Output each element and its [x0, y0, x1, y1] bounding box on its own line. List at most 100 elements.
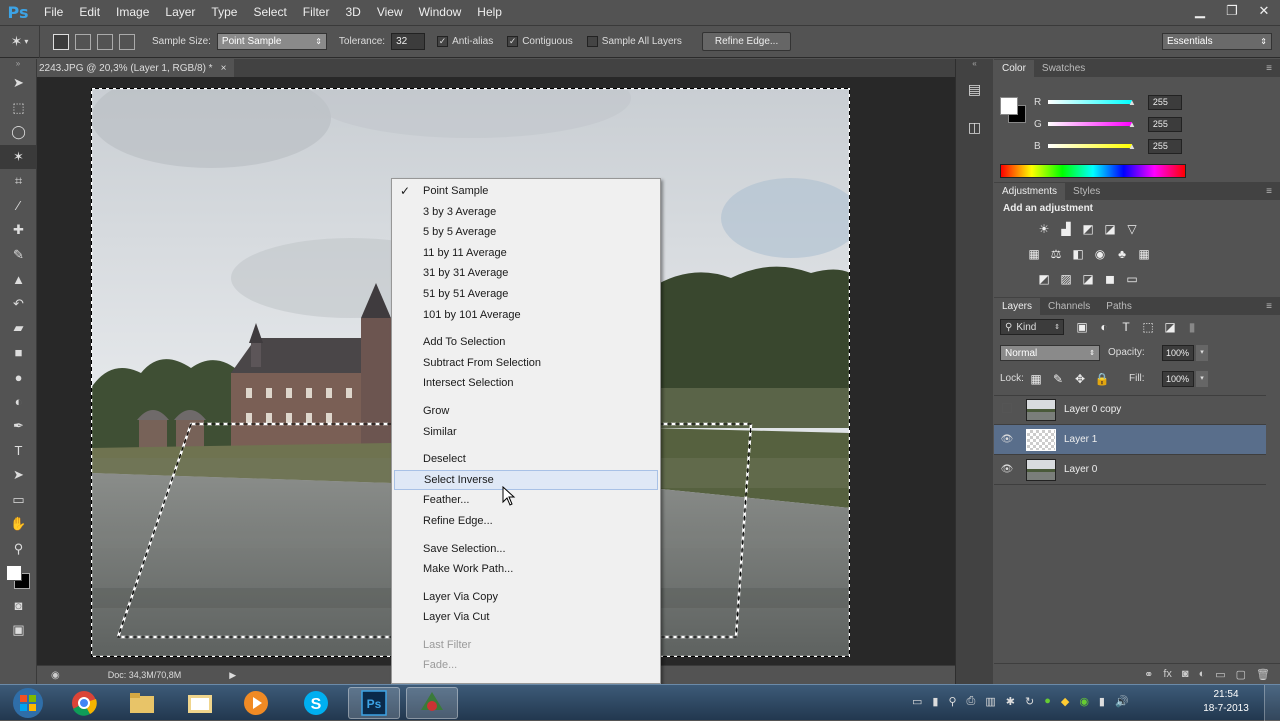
layer-row[interactable]: Layer 0 copy	[994, 395, 1266, 425]
brightness-contrast-icon[interactable]: ☀	[1036, 221, 1052, 237]
lock-image-icon[interactable]: ✎	[1050, 371, 1066, 387]
app-taskbar-icon[interactable]	[406, 687, 458, 719]
context-menu-item-refine-edge[interactable]: Refine Edge...	[392, 511, 660, 532]
context-menu-item-save-selection[interactable]: Save Selection...	[392, 539, 660, 560]
eyedropper-tool-icon[interactable]: ⁄	[0, 194, 37, 219]
tray-volume-icon[interactable]: 🔊	[1115, 695, 1129, 708]
close-tab-icon[interactable]: ×	[221, 63, 227, 74]
slider-thumb-icon[interactable]: ▲	[1128, 120, 1136, 129]
filter-smart-object-icon[interactable]: ◪	[1162, 319, 1178, 335]
type-tool-icon[interactable]: T	[0, 439, 37, 464]
tray-printer-icon[interactable]: ⎙	[967, 695, 976, 708]
context-menu-item-31-by-31-average[interactable]: 31 by 31 Average	[392, 263, 660, 284]
tab-swatches[interactable]: Swatches	[1034, 60, 1093, 77]
quick-mask-icon[interactable]: ◙	[0, 593, 37, 618]
fill-input[interactable]: 100%	[1162, 371, 1194, 387]
threshold-icon[interactable]: ◪	[1080, 271, 1096, 287]
context-menu-item-add-to-selection[interactable]: Add To Selection	[392, 332, 660, 353]
blend-mode-select[interactable]: Normal ⇕	[1000, 345, 1100, 361]
context-menu-item-feather[interactable]: Feather...	[392, 490, 660, 511]
shape-tool-icon[interactable]: ▭	[0, 488, 37, 513]
layer-visibility-eye-icon[interactable]: 👁	[994, 464, 1020, 475]
layer-row[interactable]: 👁 Layer 1	[994, 425, 1266, 455]
workspace-select[interactable]: Essentials ⇕	[1162, 33, 1272, 50]
context-menu-item-point-sample[interactable]: ✓ Point Sample	[392, 181, 660, 202]
link-layers-icon[interactable]: ⚭	[1144, 668, 1153, 681]
explorer-taskbar-icon[interactable]	[116, 687, 168, 719]
clone-stamp-tool-icon[interactable]: ▲	[0, 267, 37, 292]
context-menu-item-select-inverse[interactable]: Select Inverse	[394, 469, 658, 491]
blue-slider[interactable]	[1048, 144, 1132, 148]
menu-window[interactable]: Window	[411, 0, 470, 25]
menu-view[interactable]: View	[369, 0, 411, 25]
panel-menu-icon[interactable]: ≡	[1258, 60, 1280, 77]
zoom-tool-icon[interactable]: ⚲	[0, 537, 37, 562]
red-slider-row[interactable]: R ▲ 255	[1034, 93, 1182, 111]
tray-sync-icon[interactable]: ↻	[1025, 695, 1034, 708]
blur-tool-icon[interactable]: ●	[0, 365, 37, 390]
context-menu-item-layer-via-copy[interactable]: Layer Via Copy	[392, 587, 660, 608]
gradient-tool-icon[interactable]: ■	[0, 341, 37, 366]
vibrance-icon[interactable]: ▽	[1124, 221, 1140, 237]
menu-type[interactable]: Type	[203, 0, 245, 25]
skype-taskbar-icon[interactable]: S	[290, 687, 342, 719]
clock[interactable]: 21:54 18-7-2013	[1196, 688, 1256, 716]
screen-mode-icon[interactable]: ▣	[0, 618, 37, 643]
tray-green-icon[interactable]: ◉	[1079, 695, 1089, 708]
context-menu-item-deselect[interactable]: Deselect	[392, 449, 660, 470]
lock-position-icon[interactable]: ✥	[1072, 371, 1088, 387]
refine-edge-button[interactable]: Refine Edge...	[701, 32, 792, 51]
red-slider[interactable]	[1048, 100, 1132, 104]
blue-value[interactable]: 255	[1147, 138, 1182, 154]
tab-layers[interactable]: Layers	[994, 298, 1041, 315]
tab-channels[interactable]: Channels	[1040, 298, 1098, 315]
crop-tool-icon[interactable]: ⌗	[0, 169, 37, 194]
chrome-taskbar-icon[interactable]	[58, 687, 110, 719]
color-spectrum-bar[interactable]	[1000, 164, 1186, 178]
filter-adjustment-icon[interactable]: ◐	[1096, 319, 1112, 335]
tolerance-input[interactable]: 32	[391, 33, 426, 50]
levels-icon[interactable]: ▟	[1058, 221, 1074, 237]
lock-all-icon[interactable]: 🔒	[1094, 371, 1110, 387]
sample-all-layers-checkbox[interactable]	[586, 36, 598, 47]
photo-filter-icon[interactable]: ◉	[1092, 246, 1108, 262]
minimize-button[interactable]: ▁	[1184, 0, 1216, 22]
document-tab[interactable]: 2243.JPG @ 20,3% (Layer 1, RGB/8) * ×	[37, 59, 235, 77]
context-menu-item-similar[interactable]: Similar	[392, 422, 660, 443]
exposure-icon[interactable]: ◪	[1102, 221, 1118, 237]
context-menu-item-5-by-5-average[interactable]: 5 by 5 Average	[392, 222, 660, 243]
color-balance-icon[interactable]: ⚖	[1048, 246, 1064, 262]
context-menu-item-make-work-path[interactable]: Make Work Path...	[392, 559, 660, 580]
show-desktop-button[interactable]	[1264, 685, 1280, 721]
tray-device-icon[interactable]: ▮	[932, 695, 938, 708]
path-selection-tool-icon[interactable]: ➤	[0, 463, 37, 488]
green-slider-row[interactable]: G ▲ 255	[1034, 115, 1182, 133]
invert-icon[interactable]: ◩	[1036, 271, 1052, 287]
intersect-selection-icon[interactable]	[119, 33, 135, 50]
media-player-taskbar-icon[interactable]	[230, 687, 282, 719]
folder-taskbar-icon[interactable]	[174, 687, 226, 719]
tray-shield-icon[interactable]: ●	[1044, 695, 1051, 708]
context-menu-item-51-by-51-average[interactable]: 51 by 51 Average	[392, 284, 660, 305]
filter-pixel-icon[interactable]: ▣	[1074, 319, 1090, 335]
properties-panel-icon[interactable]: ◫	[965, 119, 985, 139]
hue-saturation-icon[interactable]: ▦	[1026, 246, 1042, 262]
start-button[interactable]	[2, 687, 54, 719]
status-menu-arrow-icon[interactable]: ▶	[229, 670, 236, 681]
anti-alias-checkbox[interactable]: ✓	[437, 36, 449, 47]
tab-color[interactable]: Color	[994, 60, 1034, 77]
layer-row[interactable]: 👁 Layer 0	[994, 455, 1266, 485]
new-group-icon[interactable]: ▭	[1215, 668, 1225, 681]
layer-style-icon[interactable]: fx	[1163, 668, 1172, 680]
eraser-tool-icon[interactable]: ▰	[0, 316, 37, 341]
context-menu-item-11-by-11-average[interactable]: 11 by 11 Average	[392, 243, 660, 264]
strip-collapse-icon[interactable]: «	[956, 59, 993, 71]
context-menu-item-grow[interactable]: Grow	[392, 401, 660, 422]
close-button[interactable]: ✕	[1248, 0, 1280, 22]
add-to-selection-icon[interactable]	[75, 33, 91, 50]
layer-filter-kind[interactable]: ⚲ Kind ⇕	[1000, 319, 1064, 335]
brush-tool-icon[interactable]: ✎	[0, 243, 37, 268]
menu-file[interactable]: File	[36, 0, 71, 25]
sample-size-select[interactable]: Point Sample ⇕	[216, 33, 327, 50]
menu-layer[interactable]: Layer	[157, 0, 203, 25]
